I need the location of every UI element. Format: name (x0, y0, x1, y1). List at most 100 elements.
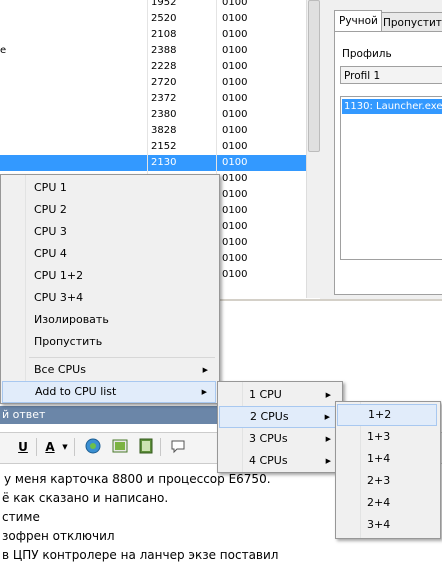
table-row[interactable]: e 2388 0100 (0, 43, 306, 59)
settings-panel: Ручной Пропустить Профиль Profil 1 1130:… (320, 0, 442, 300)
table-row[interactable]: 2520 0100 (0, 11, 306, 27)
submenu-item-cpu-combo[interactable]: 2+4 (337, 492, 437, 514)
menu-item-label: CPU 3+4 (34, 291, 84, 304)
column-separator (147, 0, 148, 11)
menu-item-label: 3+4 (367, 518, 391, 531)
process-id-cell: 2720 (151, 77, 177, 88)
tab-skip[interactable]: Пропустить (378, 12, 442, 31)
menu-item-label: CPU 1 (34, 181, 67, 194)
affinity-cell: 0100 (222, 109, 248, 120)
menu-item-cpu-option[interactable]: CPU 1 (2, 177, 216, 199)
menu-item-cpu-option[interactable]: Пропустить (2, 331, 216, 353)
process-id-cell: 2130 (151, 157, 177, 168)
process-id-cell: 2152 (151, 141, 177, 152)
submenu-item-cpu-combo[interactable]: 3+4 (337, 514, 437, 536)
submenu-item-cpu-count[interactable]: 2 CPUs ▶ (219, 406, 339, 428)
table-row[interactable]: 2108 0100 (0, 27, 306, 43)
menu-item-label: 1 CPU (249, 388, 282, 401)
post-line: зофрен отключил (2, 529, 115, 543)
table-row[interactable]: 2380 0100 (0, 107, 306, 123)
toolbar-separator (36, 438, 37, 456)
menu-item-label: 4 CPUs (249, 454, 288, 467)
menu-item-label: Add to CPU list (35, 385, 117, 398)
menu-item-label: Все CPUs (34, 363, 86, 376)
affinity-cell: 0100 (222, 0, 248, 8)
menu-item-add-to-cpu-list[interactable]: Add to CPU list ▶ (2, 381, 216, 403)
column-separator (216, 139, 217, 155)
menu-item-cpu-option[interactable]: CPU 3+4 (2, 287, 216, 309)
process-list-item[interactable]: 1130: Launcher.exe (342, 99, 442, 114)
underline-button[interactable]: U (16, 438, 30, 456)
menu-item-label: CPU 4 (34, 247, 67, 260)
affinity-cell: 0100 (222, 77, 248, 88)
menu-item-label: CPU 2 (34, 203, 67, 216)
table-row[interactable]: 2372 0100 (0, 91, 306, 107)
menu-item-cpu-option[interactable]: CPU 1+2 (2, 265, 216, 287)
affinity-cell: 0100 (222, 93, 248, 104)
submenu-item-cpu-combo[interactable]: 1+3 (337, 426, 437, 448)
table-row[interactable]: 3828 0100 (0, 123, 306, 139)
table-row[interactable]: 2130 0100 (0, 155, 306, 171)
tab-manual[interactable]: Ручной (334, 10, 382, 31)
chevron-right-icon: ▶ (324, 413, 330, 421)
submenu-item-cpu-combo[interactable]: 1+4 (337, 448, 437, 470)
font-color-dropdown-icon[interactable]: ▼ (60, 438, 70, 456)
table-row[interactable]: 1952 0100 (0, 0, 306, 11)
affinity-cell: 0100 (222, 29, 248, 40)
column-separator (216, 123, 217, 139)
column-separator (147, 59, 148, 75)
process-id-cell: 2228 (151, 61, 177, 72)
quote-bubble-icon[interactable] (170, 438, 186, 456)
menu-item-label: CPU 3 (34, 225, 67, 238)
submenu-item-cpu-count[interactable]: 4 CPUs ▶ (219, 450, 339, 472)
menu-item-label: 2 CPUs (250, 410, 289, 423)
chevron-right-icon: ▶ (325, 457, 331, 465)
image-icon[interactable] (112, 438, 128, 456)
table-row[interactable]: 2228 0100 (0, 59, 306, 75)
submenu-item-cpu-count[interactable]: 1 CPU ▶ (219, 384, 339, 406)
toolbar-separator (74, 438, 75, 456)
process-id-cell: 2372 (151, 93, 177, 104)
video-icon[interactable] (138, 438, 154, 456)
process-id-cell: 1952 (151, 0, 177, 8)
affinity-cell: 0100 (222, 141, 248, 152)
submenu-item-cpu-combo[interactable]: 2+3 (337, 470, 437, 492)
menu-item-label: CPU 1+2 (34, 269, 84, 282)
submenu-item-cpu-count[interactable]: 3 CPUs ▶ (219, 428, 339, 450)
profile-label: Профиль (342, 48, 392, 60)
process-id-cell: 2520 (151, 13, 177, 24)
column-separator (216, 59, 217, 75)
context-menu: CPU 1 CPU 2 CPU 3 CPU 4 CPU 1+2 CPU 3+4 Изолир… (0, 174, 220, 404)
column-separator (147, 91, 148, 107)
scrollbar-thumb[interactable] (308, 0, 320, 152)
affinity-cell: 0100 (222, 269, 248, 280)
menu-item-label: 2+3 (367, 474, 391, 487)
profile-select[interactable]: Profil 1 (340, 66, 442, 84)
menu-item-cpu-option[interactable]: CPU 4 (2, 243, 216, 265)
column-separator (216, 155, 217, 171)
post-line: ё как сказано и написано. (2, 491, 169, 505)
menu-item-all-cpus[interactable]: Все CPUs ▶ (2, 359, 216, 381)
menu-item-cpu-option[interactable]: Изолировать (2, 309, 216, 331)
chevron-right-icon: ▶ (325, 435, 331, 443)
affinity-cell: 0100 (222, 221, 248, 232)
submenu-item-cpu-combo[interactable]: 1+2 (337, 404, 437, 426)
link-globe-icon[interactable] (85, 438, 101, 456)
process-id-cell: 3828 (151, 125, 177, 136)
affinity-cell: 0100 (222, 237, 248, 248)
table-row[interactable]: 2720 0100 (0, 75, 306, 91)
affinity-cell: 0100 (222, 13, 248, 24)
column-separator (147, 43, 148, 59)
process-id-cell: 2380 (151, 109, 177, 120)
column-separator (216, 0, 217, 11)
menu-item-cpu-option[interactable]: CPU 2 (2, 199, 216, 221)
table-row[interactable]: 2152 0100 (0, 139, 306, 155)
post-line: стиме (2, 510, 40, 524)
menu-item-cpu-option[interactable]: CPU 3 (2, 221, 216, 243)
post-line: в ЦПУ контролере на ланчер экзе поставил (2, 548, 279, 562)
font-color-button[interactable]: A (42, 438, 58, 456)
menu-item-label: 2+4 (367, 496, 391, 509)
column-separator (216, 11, 217, 27)
cpu-combo-submenu: 1+2 1+3 1+4 2+3 2+4 3+4 (335, 401, 441, 539)
process-list[interactable]: 1130: Launcher.exe (340, 96, 442, 260)
